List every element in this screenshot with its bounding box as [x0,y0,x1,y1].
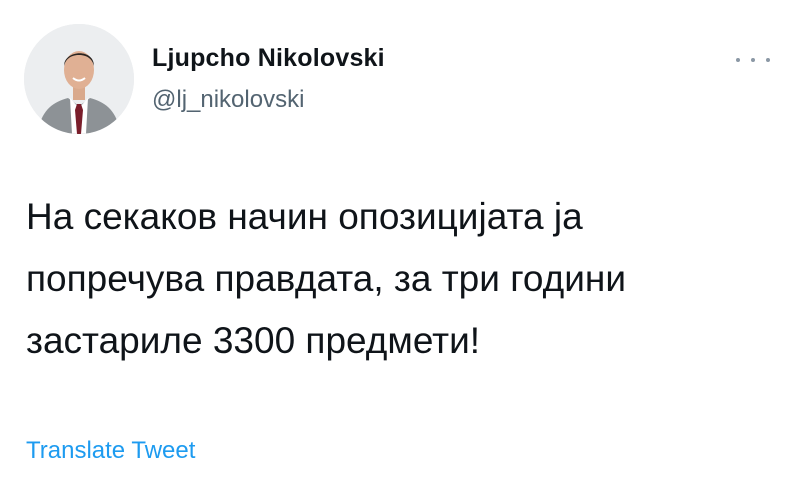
more-horizontal-icon-dot [766,58,770,62]
author-handle[interactable]: @lj_nikolovski [152,86,304,114]
more-options-button[interactable] [733,48,773,72]
tweet-text: На секаков начин опозицијата ја попречув… [26,196,627,361]
tweet-card: Ljupcho Nikolovski @lj_nikolovski На сек… [0,0,797,484]
more-horizontal-icon-dot [751,58,755,62]
translate-tweet-link[interactable]: Translate Tweet [26,437,195,465]
more-horizontal-icon [736,58,740,62]
avatar[interactable] [24,24,134,134]
avatar-image [24,24,134,134]
author-display-name[interactable]: Ljupcho Nikolovski [152,44,385,73]
